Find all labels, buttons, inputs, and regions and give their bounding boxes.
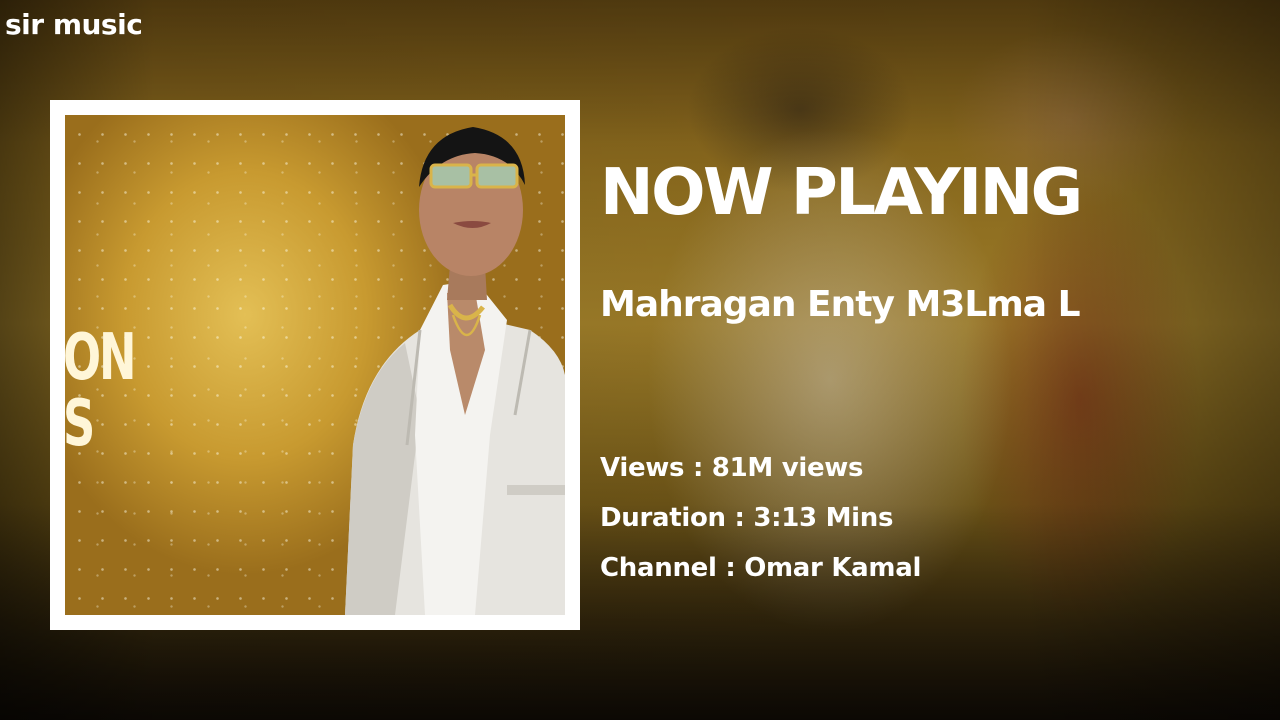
artist-figure bbox=[345, 127, 565, 615]
channel-info: Channel : Omar Kamal bbox=[600, 553, 922, 583]
album-cover-frame: ON S bbox=[50, 100, 580, 630]
album-cover-art: ON S bbox=[65, 115, 565, 615]
views-info: Views : 81M views bbox=[600, 453, 864, 483]
cover-partial-lettering: ON S bbox=[65, 325, 136, 457]
cover-lettering-line: S bbox=[65, 387, 95, 461]
cover-lettering-line: ON bbox=[65, 321, 136, 395]
now-playing-screen: sir music ON S NOW PLAYING Mahragan Enty… bbox=[0, 0, 1280, 720]
track-title: Mahragan Enty M3Lma L bbox=[600, 284, 1081, 325]
duration-info: Duration : 3:13 Mins bbox=[600, 503, 894, 533]
now-playing-heading: NOW PLAYING bbox=[600, 156, 1083, 230]
brand-logo-text: sir music bbox=[5, 8, 143, 41]
